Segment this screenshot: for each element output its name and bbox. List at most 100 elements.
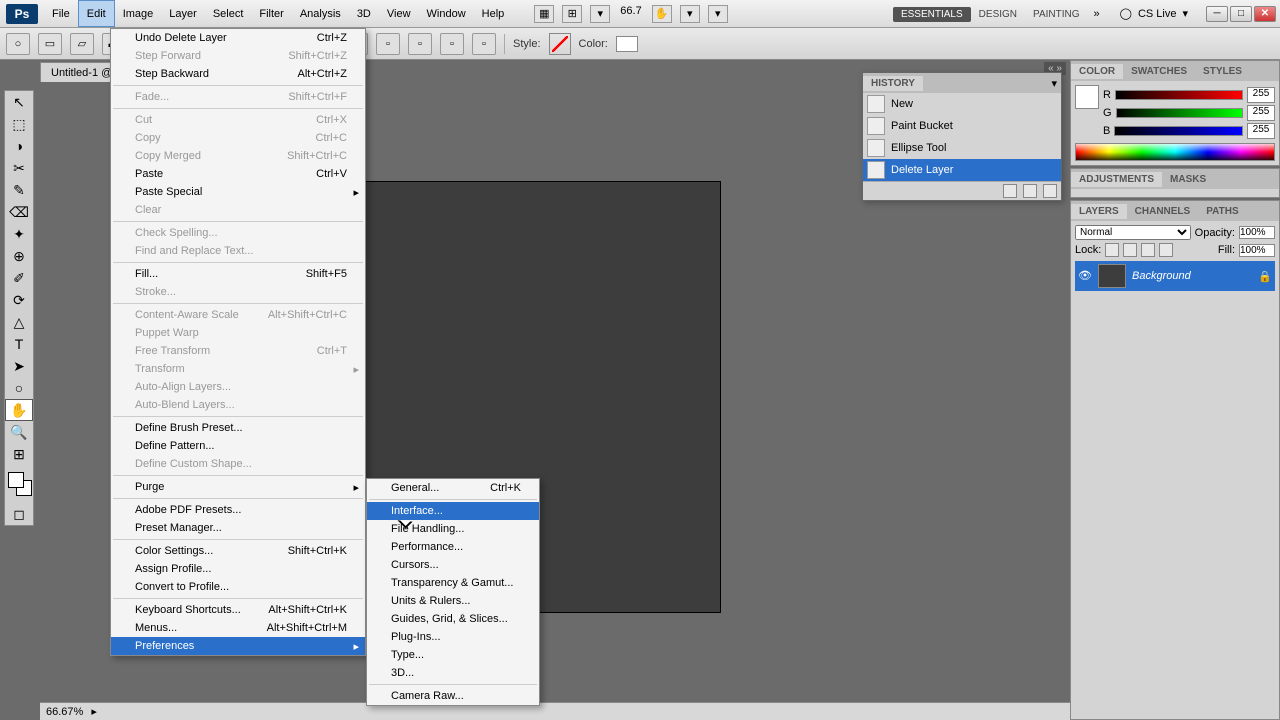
- mini-bridge-icon[interactable]: ⊞: [562, 5, 582, 23]
- menuitem-adobe-pdf-presets-[interactable]: Adobe PDF Presets...: [111, 501, 365, 519]
- menuitem-purge[interactable]: Purge▸: [111, 478, 365, 496]
- tool-3[interactable]: ✂: [5, 157, 33, 179]
- view-extras-icon[interactable]: ▾: [590, 5, 610, 23]
- tab-masks[interactable]: MASKS: [1162, 172, 1214, 187]
- blend-mode-select[interactable]: Normal: [1075, 225, 1191, 240]
- tool-7[interactable]: ⊕: [5, 245, 33, 267]
- pathop-add-icon[interactable]: ▫: [376, 33, 400, 55]
- pathop-int-icon[interactable]: ▫: [440, 33, 464, 55]
- tool-14[interactable]: ✋: [5, 399, 33, 421]
- panel-menu-icon[interactable]: ▾: [1047, 77, 1061, 90]
- pref-file-handling-[interactable]: File Handling...: [367, 520, 539, 538]
- tool-4[interactable]: ✎: [5, 179, 33, 201]
- tool-11[interactable]: T: [5, 333, 33, 355]
- menuitem-paste[interactable]: PasteCtrl+V: [111, 165, 365, 183]
- screen-mode-icon[interactable]: ▾: [708, 5, 728, 23]
- menuitem-step-backward[interactable]: Step BackwardAlt+Ctrl+Z: [111, 65, 365, 83]
- pref-camera-raw-[interactable]: Camera Raw...: [367, 687, 539, 705]
- tool-15[interactable]: 🔍: [5, 421, 33, 443]
- color-picker[interactable]: [616, 36, 638, 52]
- pref-3d-[interactable]: 3D...: [367, 664, 539, 682]
- color-swatches[interactable]: [5, 469, 33, 503]
- tool-6[interactable]: ✦: [5, 223, 33, 245]
- tool-5[interactable]: ⌫: [5, 201, 33, 223]
- menuitem-assign-profile-[interactable]: Assign Profile...: [111, 560, 365, 578]
- tool-12[interactable]: ➤: [5, 355, 33, 377]
- pref-performance-[interactable]: Performance...: [367, 538, 539, 556]
- lock-position-icon[interactable]: [1141, 243, 1155, 257]
- tool-preset-picker[interactable]: ○: [6, 33, 30, 55]
- tab-history[interactable]: HISTORY: [863, 76, 923, 91]
- menu-select[interactable]: Select: [205, 0, 252, 27]
- tool-2[interactable]: ◑: [5, 135, 33, 157]
- opacity-field[interactable]: [1239, 226, 1275, 239]
- tool-1[interactable]: ⬚: [5, 113, 33, 135]
- visibility-icon[interactable]: 👁: [1078, 269, 1092, 283]
- menu-edit[interactable]: Edit: [78, 0, 115, 27]
- paths-icon[interactable]: ▱: [70, 33, 94, 55]
- menu-window[interactable]: Window: [419, 0, 474, 27]
- slider-r[interactable]: [1115, 90, 1243, 100]
- history-item[interactable]: Delete Layer: [863, 159, 1061, 181]
- menu-view[interactable]: View: [379, 0, 419, 27]
- tool-10[interactable]: △: [5, 311, 33, 333]
- menu-image[interactable]: Image: [115, 0, 162, 27]
- menuitem-preset-manager-[interactable]: Preset Manager...: [111, 519, 365, 537]
- new-snapshot-icon[interactable]: [1023, 184, 1037, 198]
- pref-guides-grid-slices-[interactable]: Guides, Grid, & Slices...: [367, 610, 539, 628]
- tab-channels[interactable]: CHANNELS: [1127, 204, 1199, 219]
- menuitem-define-brush-preset-[interactable]: Define Brush Preset...: [111, 419, 365, 437]
- tool-13[interactable]: ○: [5, 377, 33, 399]
- menuitem-paste-special[interactable]: Paste Special▸: [111, 183, 365, 201]
- pref-interface-[interactable]: Interface...: [367, 502, 539, 520]
- menuitem-undo-delete-layer[interactable]: Undo Delete LayerCtrl+Z: [111, 29, 365, 47]
- tool-0[interactable]: ↖: [5, 91, 33, 113]
- more-workspaces-icon[interactable]: »: [1094, 8, 1100, 20]
- tab-layers[interactable]: LAYERS: [1071, 204, 1127, 219]
- workspace-essentials[interactable]: ESSENTIALS: [893, 7, 971, 22]
- cslive-icon[interactable]: ◯: [1120, 7, 1132, 20]
- pref-general-[interactable]: General...Ctrl+K: [367, 479, 539, 497]
- menuitem-menus-[interactable]: Menus...Alt+Shift+Ctrl+M: [111, 619, 365, 637]
- pref-plug-ins-[interactable]: Plug-Ins...: [367, 628, 539, 646]
- menu-file[interactable]: File: [44, 0, 78, 27]
- value-b[interactable]: 255: [1247, 123, 1275, 139]
- tab-styles[interactable]: STYLES: [1195, 64, 1250, 79]
- pref-transparency-gamut-[interactable]: Transparency & Gamut...: [367, 574, 539, 592]
- color-spectrum[interactable]: [1075, 143, 1275, 161]
- value-r[interactable]: 255: [1247, 87, 1275, 103]
- layer-thumbnail[interactable]: [1098, 264, 1126, 288]
- tab-color[interactable]: COLOR: [1071, 64, 1123, 79]
- value-g[interactable]: 255: [1247, 105, 1275, 121]
- tool-16[interactable]: ⊞: [5, 443, 33, 465]
- pathop-excl-icon[interactable]: ▫: [472, 33, 496, 55]
- pref-cursors-[interactable]: Cursors...: [367, 556, 539, 574]
- tab-adjustments[interactable]: ADJUSTMENTS: [1071, 172, 1162, 187]
- workspace-design[interactable]: DESIGN: [971, 7, 1025, 22]
- lock-image-icon[interactable]: [1123, 243, 1137, 257]
- status-zoom[interactable]: 66.67%: [46, 706, 83, 718]
- pref-units-rulers-[interactable]: Units & Rulers...: [367, 592, 539, 610]
- menu-filter[interactable]: Filter: [251, 0, 291, 27]
- menu-help[interactable]: Help: [474, 0, 513, 27]
- quickmask-icon[interactable]: ◻: [5, 503, 33, 525]
- tab-swatches[interactable]: SWATCHES: [1123, 64, 1195, 79]
- menu-analysis[interactable]: Analysis: [292, 0, 349, 27]
- tab-paths[interactable]: PATHS: [1198, 204, 1246, 219]
- menu-layer[interactable]: Layer: [161, 0, 205, 27]
- menuitem-keyboard-shortcuts-[interactable]: Keyboard Shortcuts...Alt+Shift+Ctrl+K: [111, 601, 365, 619]
- menuitem-preferences[interactable]: Preferences▸: [111, 637, 365, 655]
- foreground-color-icon[interactable]: [8, 472, 24, 488]
- maximize-button[interactable]: □: [1230, 6, 1252, 22]
- pref-type-[interactable]: Type...: [367, 646, 539, 664]
- menu-3d[interactable]: 3D: [349, 0, 379, 27]
- history-item[interactable]: Ellipse Tool: [863, 137, 1061, 159]
- bridge-icon[interactable]: ▦: [534, 5, 554, 23]
- pathop-sub-icon[interactable]: ▫: [408, 33, 432, 55]
- menuitem-define-pattern-[interactable]: Define Pattern...: [111, 437, 365, 455]
- minimize-button[interactable]: ─: [1206, 6, 1228, 22]
- cslive-button[interactable]: CS Live: [1138, 8, 1177, 20]
- workspace-painting[interactable]: PAINTING: [1025, 7, 1087, 22]
- menuitem-color-settings-[interactable]: Color Settings...Shift+Ctrl+K: [111, 542, 365, 560]
- close-button[interactable]: ✕: [1254, 6, 1276, 22]
